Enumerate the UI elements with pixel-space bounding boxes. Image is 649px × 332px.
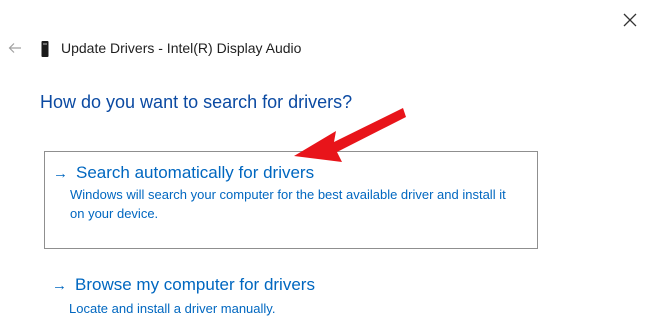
browse-computer-description: Locate and install a driver manually. xyxy=(69,301,276,316)
search-automatically-description: Windows will search your computer for th… xyxy=(70,187,506,221)
close-button[interactable] xyxy=(618,8,642,32)
search-automatically-option[interactable]: → Search automatically for drivers Window… xyxy=(44,151,538,249)
back-arrow-icon xyxy=(8,43,21,53)
page-heading: How do you want to search for drivers? xyxy=(40,92,353,112)
window-title: Update Drivers - Intel(R) Display Audio xyxy=(61,40,302,56)
close-icon xyxy=(623,13,637,27)
update-drivers-dialog: Update Drivers - Intel(R) Display Audio … xyxy=(0,0,649,332)
browse-computer-title: → Browse my computer for drivers xyxy=(52,275,315,295)
right-arrow-icon: → xyxy=(52,277,67,294)
back-button[interactable] xyxy=(4,38,26,58)
search-automatically-label: Search automatically for drivers xyxy=(76,163,315,182)
browse-computer-option[interactable]: → Browse my computer for drivers Locate a… xyxy=(44,270,538,328)
search-automatically-title: → Search automatically for drivers xyxy=(53,163,314,183)
right-arrow-icon: → xyxy=(53,165,68,182)
browse-computer-label: Browse my computer for drivers xyxy=(75,275,315,294)
device-icon xyxy=(41,41,49,57)
